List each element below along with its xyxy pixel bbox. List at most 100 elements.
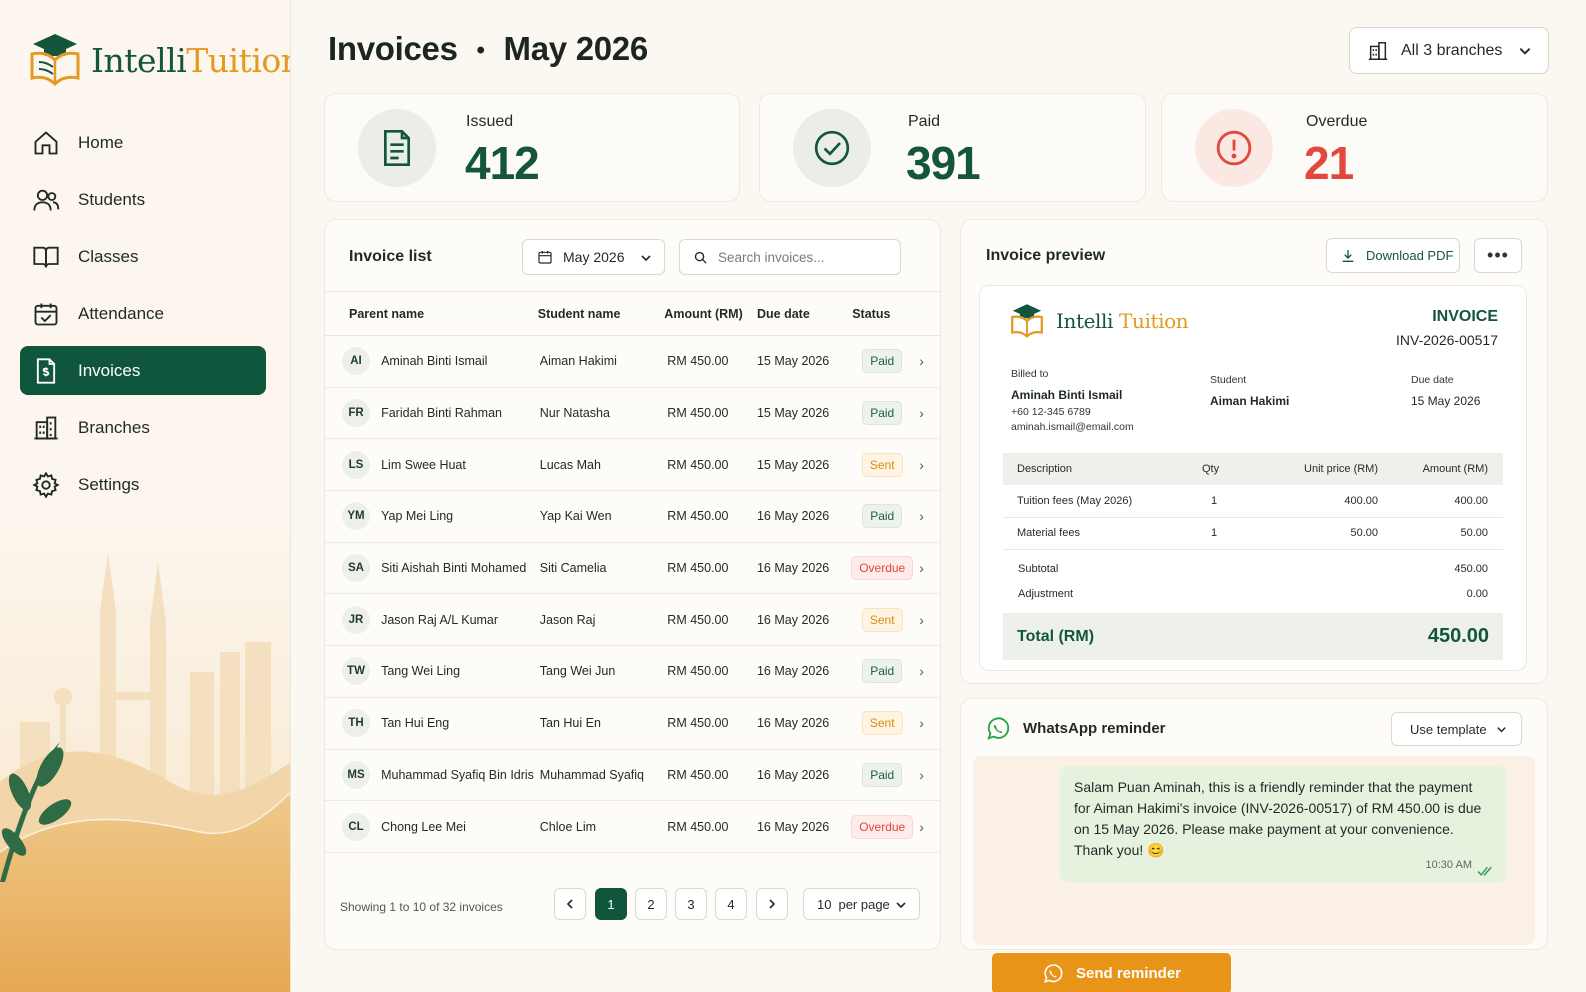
table-row[interactable]: SA Siti Aishah Binti Mohamed Siti Camelia R… — [325, 542, 940, 595]
student-name-cell: Siti Camelia — [537, 542, 663, 595]
due-date-value: 15 May 2026 — [1411, 394, 1481, 408]
sidebar-item-label: Invoices — [78, 360, 141, 380]
chevron-right-icon[interactable]: › — [919, 508, 924, 524]
month-select[interactable]: May 2026 — [522, 239, 665, 275]
column-header-amount[interactable]: Amount (RM) — [662, 291, 757, 336]
send-reminder-button[interactable]: Send reminder — [992, 953, 1231, 992]
sidebar-item-attendance[interactable]: Attendance — [20, 289, 266, 338]
subtotal-value: 450.00 — [1454, 563, 1488, 575]
student-name-cell: Nur Natasha — [537, 387, 663, 440]
table-row[interactable]: YM Yap Mei Ling Yap Kai Wen RM 450.00 16 May… — [325, 490, 940, 543]
sidebar-item-home[interactable]: Home — [20, 118, 266, 167]
line-item-amount: 400.00 — [1378, 485, 1503, 518]
chevron-right-icon[interactable]: › — [919, 612, 924, 628]
chevron-right-icon[interactable]: › — [919, 353, 924, 369]
month-select-value: May 2026 — [563, 249, 625, 265]
column-header-parent[interactable]: Parent name — [325, 291, 538, 336]
invoice-number: INV-2026-00517 — [1396, 332, 1498, 348]
student-name-cell: Tang Wei Jun — [537, 645, 663, 698]
line-items-table: Description Qty Unit price (RM) Amount (… — [1003, 453, 1503, 550]
page-button-1[interactable]: 1 — [595, 888, 627, 920]
sidebar-item-classes[interactable]: Classes — [20, 232, 266, 281]
chevron-right-icon[interactable]: › — [919, 767, 924, 783]
more-options-button[interactable]: ••• — [1474, 238, 1522, 273]
column-header-due-date[interactable]: Due date — [756, 291, 852, 336]
parent-name-cell: Muhammad Syafiq Bin Idris — [381, 749, 538, 802]
page-button-2[interactable]: 2 — [635, 888, 667, 920]
table-row[interactable]: AI Aminah Binti Ismail Aiman Hakimi RM 450.… — [325, 335, 940, 388]
parent-avatar: LS — [342, 450, 370, 479]
status-badge: Sent — [861, 452, 903, 477]
sidebar-item-branches[interactable]: Branches — [20, 403, 266, 452]
table-row[interactable]: MS Muhammad Syafiq Bin Idris Muhammad Syaf… — [325, 749, 940, 802]
sidebar-item-students[interactable]: Students — [20, 175, 266, 224]
prev-page-button[interactable] — [554, 888, 586, 920]
status-badge: Overdue — [851, 814, 914, 839]
page-title: Invoices • May 2026 — [328, 30, 648, 67]
line-item-unit-price: 400.00 — [1243, 485, 1378, 518]
due-date-cell: 16 May 2026 — [756, 749, 852, 802]
page-button-4[interactable]: 4 — [715, 888, 747, 920]
next-page-button[interactable] — [756, 888, 788, 920]
per-page-value: 10 — [817, 896, 832, 912]
due-date-cell: 16 May 2026 — [756, 697, 852, 750]
due-date-label: Due date — [1411, 374, 1454, 386]
column-header-description: Description — [1003, 453, 1183, 485]
sidebar-item-label: Branches — [78, 417, 150, 437]
status-badge: Paid — [862, 504, 903, 529]
chevron-right-icon[interactable]: › — [919, 819, 924, 835]
line-item-amount: 50.00 — [1378, 517, 1503, 550]
page-button-3[interactable]: 3 — [675, 888, 707, 920]
line-item-description: Tuition fees (May 2026) — [1003, 485, 1183, 518]
adjustment-value: 0.00 — [1466, 588, 1488, 600]
use-template-button[interactable]: Use template — [1391, 712, 1522, 746]
parent-name-cell: Chong Lee Mei — [381, 800, 538, 853]
amount-cell: RM 450.00 — [662, 645, 757, 698]
stat-card-overdue: Overdue 21 — [1161, 93, 1548, 202]
chevron-right-icon[interactable]: › — [919, 715, 924, 731]
sidebar-item-settings[interactable]: Settings — [20, 460, 266, 509]
home-icon — [34, 130, 58, 154]
per-page-select[interactable]: 10 per page — [803, 888, 920, 920]
message-bubble[interactable]: Salam Puan Aminah, this is a friendly re… — [1060, 766, 1506, 883]
amount-cell: RM 450.00 — [662, 542, 757, 595]
sidebar-item-invoices[interactable]: Invoices — [20, 346, 266, 395]
amount-cell: RM 450.00 — [662, 438, 757, 492]
graduation-book-icon — [30, 34, 80, 87]
column-header-student[interactable]: Student name — [537, 291, 663, 336]
table-row[interactable]: CL Chong Lee Mei Chloe Lim RM 450.00 16 May … — [325, 800, 940, 853]
table-row[interactable]: LS Lim Swee Huat Lucas Mah RM 450.00 15 May … — [325, 438, 940, 492]
invoice-icon — [36, 357, 56, 384]
invoice-preview-panel: Invoice preview Download PDF ••• Intelli… — [960, 219, 1548, 684]
brand-logo[interactable]: IntelliTuition — [29, 32, 290, 88]
branch-select[interactable]: All 3 branches — [1349, 27, 1549, 74]
download-pdf-button[interactable]: Download PDF — [1326, 238, 1460, 273]
chevron-right-icon[interactable]: › — [919, 560, 924, 576]
gear-icon — [32, 471, 60, 498]
due-date-cell: 15 May 2026 — [756, 387, 852, 440]
chevron-right-icon[interactable]: › — [919, 663, 924, 679]
send-reminder-label: Send reminder — [1075, 965, 1182, 982]
search-box[interactable] — [679, 239, 901, 275]
chevron-left-icon — [566, 899, 573, 909]
column-header-status[interactable]: Status — [851, 291, 920, 336]
chevron-down-icon — [1497, 727, 1506, 733]
table-row[interactable]: TW Tang Wei Ling Tang Wei Jun RM 450.00 16 M… — [325, 645, 940, 698]
more-dots-icon: ••• — [1487, 245, 1509, 265]
table-row[interactable]: JR Jason Raj A/L Kumar Jason Raj RM 450.00 1… — [325, 593, 940, 647]
total-value: 450.00 — [1427, 625, 1489, 647]
invoice-list-panel: Invoice list May 2026 Parent name Studen… — [324, 219, 941, 950]
student-name-cell: Tan Hui En — [537, 697, 663, 750]
table-row[interactable]: TH Tan Hui Eng Tan Hui En RM 450.00 16 May 2… — [325, 697, 940, 750]
chevron-right-icon[interactable]: › — [919, 405, 924, 421]
amount-cell: RM 450.00 — [662, 800, 757, 853]
doc-brand-part2: Tuition — [1119, 309, 1189, 333]
search-input[interactable] — [718, 249, 888, 265]
stat-label: Paid — [908, 113, 941, 130]
chevron-right-icon[interactable]: › — [919, 457, 924, 473]
document-icon — [384, 130, 410, 166]
amount-cell: RM 450.00 — [662, 335, 757, 388]
student-name-cell: Chloe Lim — [537, 800, 663, 853]
table-row[interactable]: FR Faridah Binti Rahman Nur Natasha RM 450.… — [325, 387, 940, 440]
stat-label: Overdue — [1306, 113, 1368, 130]
